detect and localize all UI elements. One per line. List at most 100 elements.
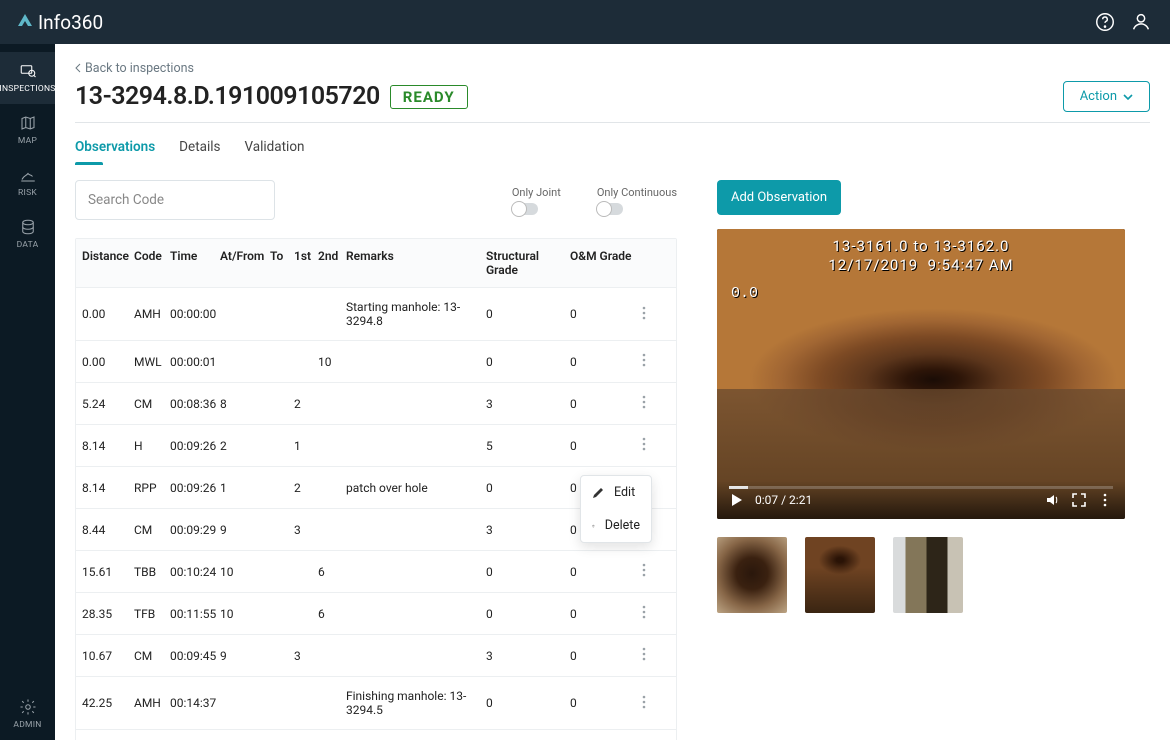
cell-time: 00:09:26 (170, 481, 220, 495)
col-time: Time (170, 249, 220, 277)
row-more-button[interactable] (642, 437, 666, 454)
action-button-label: Action (1080, 89, 1117, 104)
cell-om: 0 (570, 439, 642, 453)
user-icon[interactable] (1130, 11, 1152, 33)
table-row[interactable]: 0.00AMH00:00:00Starting manhole: 13-3294… (76, 287, 676, 340)
add-observation-button[interactable]: Add Observation (717, 180, 841, 215)
cell-1st: 1 (294, 439, 318, 453)
context-delete[interactable]: Delete (581, 509, 651, 542)
cell-om: 0 (570, 607, 642, 621)
back-link[interactable]: Back to inspections (75, 61, 194, 76)
col-remarks: Remarks (346, 249, 486, 277)
cell-atfrom: 10 (220, 607, 270, 621)
col-code: Code (134, 249, 170, 277)
title-row: 13-3294.8.D.191009105720 READY Action (75, 81, 1150, 112)
table-row[interactable]: 0.00MWL00:00:011000 (76, 340, 676, 382)
cell-om: 0 (570, 355, 642, 369)
only-continuous-toggle[interactable]: Only Continuous (597, 186, 677, 215)
sidebar-item-label: ADMIN (13, 720, 41, 730)
sidebar-item-label: MAP (18, 136, 37, 146)
table-row[interactable]: 0.15B00:00:0740 (76, 729, 676, 740)
video-overlay-text: 13-3161.0 to 13-3162.0 12/17/2019 9:54:4… (717, 237, 1125, 275)
cell-atfrom: 1 (220, 481, 270, 495)
row-more-button[interactable] (642, 395, 666, 412)
cell-om: 0 (570, 397, 642, 411)
sidebar: INSPECTIONS MAP RISK DATA ADMIN (0, 44, 55, 740)
sidebar-item-admin[interactable]: ADMIN (0, 688, 55, 740)
cell-time: 00:14:37 (170, 696, 220, 710)
tab-observations[interactable]: Observations (75, 133, 155, 165)
fullscreen-icon[interactable] (1071, 492, 1087, 508)
cell-distance: 5.24 (82, 397, 134, 411)
sidebar-item-map[interactable]: MAP (0, 104, 55, 156)
thumbnail-2[interactable] (805, 537, 875, 613)
more-icon[interactable] (1097, 492, 1113, 508)
table-row[interactable]: 42.25AMH00:14:37Finishing manhole: 13-32… (76, 676, 676, 729)
row-more-button[interactable] (642, 306, 666, 323)
cell-code: AMH (134, 307, 170, 321)
cell-code: MWL (134, 355, 170, 369)
sidebar-item-data[interactable]: DATA (0, 208, 55, 260)
search-input[interactable] (75, 180, 275, 220)
video-overlay-distance: 0.0 (731, 285, 758, 302)
inspections-icon (19, 62, 37, 80)
cell-1st: 3 (294, 649, 318, 663)
sidebar-item-inspections[interactable]: INSPECTIONS (0, 52, 55, 104)
cell-structural: 3 (486, 523, 570, 537)
back-link-label: Back to inspections (85, 61, 194, 76)
sidebar-item-risk[interactable]: RISK (0, 156, 55, 208)
row-more-button[interactable] (642, 647, 666, 664)
only-joint-toggle[interactable]: Only Joint (512, 186, 561, 215)
toggle-switch[interactable] (597, 203, 623, 215)
cell-structural: 0 (486, 355, 570, 369)
cell-om: 0 (570, 649, 642, 663)
play-icon[interactable] (729, 492, 745, 508)
cell-atfrom: 2 (220, 439, 270, 453)
table-row[interactable]: 8.14H00:09:262150 (76, 424, 676, 466)
row-more-button[interactable] (642, 605, 666, 622)
map-icon (19, 114, 37, 132)
context-edit[interactable]: Edit (581, 476, 651, 509)
cell-structural: 0 (486, 481, 570, 495)
cell-structural: 0 (486, 696, 570, 710)
thumbnail-1[interactable] (717, 537, 787, 613)
action-button[interactable]: Action (1063, 81, 1150, 112)
tab-validation[interactable]: Validation (244, 133, 304, 165)
cell-om: 0 (570, 565, 642, 579)
tabs: Observations Details Validation (75, 133, 1150, 166)
cell-code: CM (134, 649, 170, 663)
volume-icon[interactable] (1045, 492, 1061, 508)
cell-distance: 15.61 (82, 565, 134, 579)
cell-remarks: patch over hole (346, 481, 486, 495)
cell-atfrom: 8 (220, 397, 270, 411)
cell-1st: 3 (294, 523, 318, 537)
only-continuous-label: Only Continuous (597, 186, 677, 199)
topbar: Info360 (0, 0, 1170, 44)
help-icon[interactable] (1094, 11, 1116, 33)
toggle-switch[interactable] (512, 203, 538, 215)
row-more-button[interactable] (642, 695, 666, 712)
table-row[interactable]: 15.61TBB00:10:2410600 (76, 550, 676, 592)
table-row[interactable]: 5.24CM00:08:368230 (76, 382, 676, 424)
col-structural: Structural Grade (486, 249, 570, 277)
cell-time: 00:00:00 (170, 307, 220, 321)
table-row[interactable]: 28.35TFB00:11:5510600 (76, 592, 676, 634)
cell-distance: 42.25 (82, 696, 134, 710)
thumbnail-3[interactable] (893, 537, 963, 613)
cell-time: 00:08:36 (170, 397, 220, 411)
cell-atfrom: 9 (220, 523, 270, 537)
cell-structural: 5 (486, 439, 570, 453)
cell-code: TFB (134, 607, 170, 621)
cell-code: CM (134, 397, 170, 411)
row-more-button[interactable] (642, 353, 666, 370)
only-joint-label: Only Joint (512, 186, 561, 199)
row-more-button[interactable] (642, 563, 666, 580)
logo[interactable]: Info360 (18, 11, 103, 34)
cell-distance: 28.35 (82, 607, 134, 621)
cell-atfrom: 9 (220, 649, 270, 663)
edit-icon (592, 487, 604, 499)
video-player[interactable]: 13-3161.0 to 13-3162.0 12/17/2019 9:54:4… (717, 229, 1125, 519)
table-row[interactable]: 10.67CM00:09:459330 (76, 634, 676, 676)
tab-details[interactable]: Details (179, 133, 220, 165)
cell-code: CM (134, 523, 170, 537)
